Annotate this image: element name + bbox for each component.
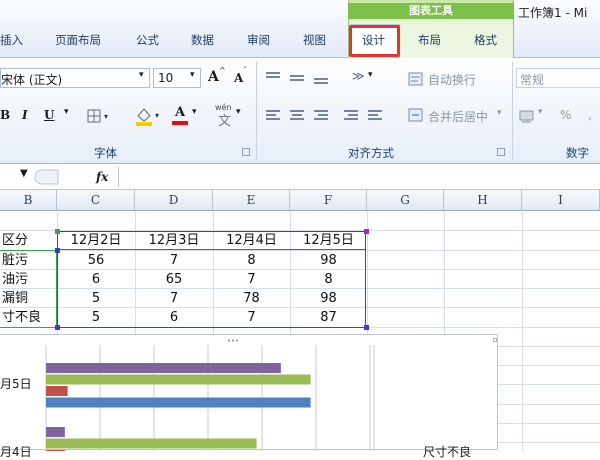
tab-page-layout[interactable]: 页面布局 bbox=[55, 32, 101, 48]
chart-bar[interactable] bbox=[46, 374, 311, 385]
legend-entry: 尺寸不良 bbox=[423, 445, 472, 459]
formula-input[interactable] bbox=[118, 167, 600, 187]
chart-move-grip[interactable] bbox=[226, 332, 242, 342]
font-color-swatch bbox=[172, 121, 188, 125]
tab-insert[interactable]: 插入 bbox=[0, 32, 23, 48]
chart-plot bbox=[45, 345, 375, 451]
number-format-value: 常规 bbox=[520, 73, 545, 87]
svg-text:▾: ▾ bbox=[155, 111, 159, 120]
data-range-highlight bbox=[57, 231, 366, 328]
borders-button[interactable]: ▾ bbox=[86, 108, 112, 124]
chart-bar[interactable] bbox=[46, 427, 65, 437]
wrap-text-icon bbox=[408, 72, 423, 86]
chart-tools-label: 图表工具 bbox=[348, 3, 514, 19]
column-header-f[interactable]: F bbox=[290, 190, 367, 211]
tab-review[interactable]: 审阅 bbox=[247, 32, 270, 48]
font-color-button[interactable]: A bbox=[175, 105, 185, 120]
vertical-align-buttons[interactable] bbox=[262, 70, 352, 86]
fill-color-button[interactable]: ▾ bbox=[134, 104, 164, 126]
font-group-label: 字体 bbox=[94, 146, 117, 160]
orientation-icon[interactable]: ≫ bbox=[352, 69, 365, 83]
chart-bar[interactable] bbox=[46, 450, 65, 451]
number-group-label: 数字 bbox=[566, 146, 589, 160]
range-handle[interactable] bbox=[55, 229, 60, 234]
range-handle[interactable] bbox=[55, 325, 60, 330]
font-name-value: 宋体 (正文) bbox=[1, 73, 63, 87]
chevron-down-icon: ▾ bbox=[538, 107, 543, 117]
font-size-dropdown[interactable]: 10 ▾ bbox=[153, 68, 201, 88]
column-header-i[interactable]: I bbox=[522, 190, 600, 211]
font-dialog-launcher[interactable] bbox=[242, 148, 250, 156]
wrap-text-button[interactable]: 自动换行 bbox=[428, 71, 476, 88]
tab-layout[interactable]: 布局 bbox=[418, 32, 441, 48]
chart-bar[interactable] bbox=[46, 363, 281, 373]
bold-button[interactable]: B bbox=[0, 108, 10, 122]
shrink-font-button[interactable]: A bbox=[234, 71, 243, 85]
category-range-highlight bbox=[0, 250, 57, 328]
italic-button[interactable]: I bbox=[22, 108, 28, 122]
column-header-h[interactable]: H bbox=[444, 190, 522, 211]
range-handle[interactable] bbox=[364, 229, 369, 234]
grid-line bbox=[522, 211, 523, 450]
chevron-down-icon: ▾ bbox=[139, 70, 144, 80]
design-tab-highlight bbox=[349, 25, 400, 57]
percent-style-button[interactable]: % bbox=[560, 108, 571, 122]
font-name-dropdown[interactable]: 宋体 (正文) ▾ bbox=[0, 68, 150, 88]
caret-up-icon: ^ bbox=[219, 66, 226, 75]
accounting-format-icon[interactable] bbox=[518, 108, 536, 124]
chart-area[interactable]: 月5日 月4日 尺寸不良 bbox=[0, 334, 498, 459]
comma-style-button[interactable]: , bbox=[588, 108, 592, 122]
group-divider bbox=[256, 62, 257, 160]
category-axis-label: 月5日 bbox=[0, 377, 32, 391]
horizontal-align-buttons[interactable] bbox=[262, 108, 402, 124]
chevron-down-icon: ▾ bbox=[192, 107, 197, 117]
font-size-value: 10 bbox=[158, 71, 174, 85]
caret-down-small-icon: ˇ bbox=[243, 66, 247, 75]
chevron-down-icon: ▾ bbox=[368, 70, 373, 80]
name-box[interactable]: ▼ bbox=[0, 167, 32, 187]
alignment-group-label: 对齐方式 bbox=[348, 146, 394, 160]
column-header-e[interactable]: E bbox=[213, 190, 290, 211]
insert-function-button[interactable]: fx bbox=[96, 170, 108, 184]
column-header-c[interactable]: C bbox=[57, 190, 135, 211]
range-handle[interactable] bbox=[364, 325, 369, 330]
tab-data[interactable]: 数据 bbox=[191, 32, 214, 48]
category-axis-label: 月4日 bbox=[0, 445, 32, 459]
tab-view[interactable]: 视图 bbox=[303, 32, 326, 48]
svg-text:▾: ▾ bbox=[104, 112, 108, 121]
name-box-dropdown-icon[interactable]: ▼ bbox=[20, 168, 28, 179]
formula-bar-scroll-handle[interactable] bbox=[34, 168, 60, 186]
chevron-down-icon: ▾ bbox=[190, 70, 195, 80]
tab-formulas[interactable]: 公式 bbox=[136, 32, 159, 48]
merge-center-icon bbox=[408, 108, 423, 122]
window-title: 工作簿1 - Mi bbox=[518, 6, 588, 20]
chevron-down-icon: ▾ bbox=[497, 108, 502, 118]
chevron-down-icon: ▾ bbox=[64, 107, 69, 117]
range-handle[interactable] bbox=[55, 248, 60, 253]
tab-format[interactable]: 格式 bbox=[474, 32, 497, 48]
chart-bar[interactable] bbox=[46, 438, 257, 449]
chart-bar[interactable] bbox=[46, 386, 68, 396]
phonetic-icon: 文 bbox=[218, 114, 232, 129]
group-divider bbox=[512, 62, 513, 160]
column-header-b[interactable]: B bbox=[0, 190, 57, 211]
chart-bar[interactable] bbox=[46, 397, 311, 408]
chevron-down-icon: ▾ bbox=[236, 107, 241, 117]
alignment-dialog-launcher[interactable] bbox=[497, 148, 505, 156]
column-header-g[interactable]: G bbox=[367, 190, 444, 211]
grow-font-button[interactable]: A bbox=[208, 69, 219, 85]
merge-center-button[interactable]: 合并后居中 bbox=[428, 108, 488, 125]
column-header-d[interactable]: D bbox=[135, 190, 213, 211]
underline-button[interactable]: U bbox=[44, 108, 54, 122]
number-format-dropdown[interactable]: 常规 bbox=[516, 68, 600, 88]
cell-header-label[interactable]: 区分 bbox=[0, 231, 57, 250]
